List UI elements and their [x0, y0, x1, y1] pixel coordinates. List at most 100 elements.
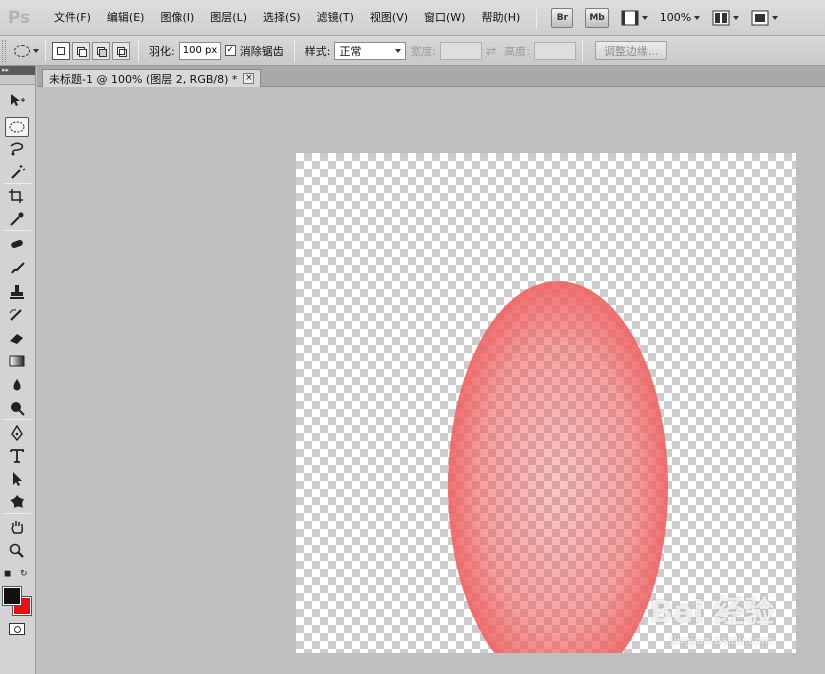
hand-icon — [11, 521, 24, 534]
bridge-button[interactable]: Br — [551, 7, 574, 28]
menu-filter[interactable]: 滤镜(T) — [309, 6, 362, 30]
close-icon[interactable]: × — [243, 73, 255, 84]
water-drop-icon — [13, 379, 21, 391]
options-divider — [45, 39, 46, 62]
foreground-color-swatch[interactable] — [2, 586, 22, 606]
tools-panel: ▸▸ ◼ ↻ — [0, 66, 36, 674]
chevron-down-icon — [641, 15, 648, 20]
add-to-selection-button[interactable] — [72, 41, 90, 60]
selection-mode-group — [52, 41, 132, 60]
chevron-down-icon — [694, 15, 701, 20]
tools-divider — [4, 419, 31, 420]
menu-window[interactable]: 窗口(W) — [416, 6, 473, 30]
default-colors-icon[interactable]: ◼ — [4, 569, 11, 579]
history-brush-icon — [9, 309, 22, 321]
hand-tool[interactable] — [5, 517, 29, 537]
eyedropper-tool[interactable] — [5, 209, 29, 229]
move-icon — [11, 94, 25, 106]
menu-select[interactable]: 选择(S) — [255, 6, 309, 30]
document-tab-title: 未标题-1 @ 100% (图层 2, RGB/8) * — [49, 72, 238, 86]
tools-panel-collapse[interactable]: ▸▸ — [0, 66, 35, 75]
chevron-down-icon — [33, 48, 39, 53]
stamp-icon — [10, 285, 24, 299]
type-tool[interactable] — [5, 446, 29, 466]
zoom-level: 100% — [659, 11, 692, 24]
magic-wand-tool[interactable] — [5, 162, 29, 182]
document-canvas[interactable]: Bai 经验 jingyan.baidu.com — [296, 153, 796, 653]
blur-tool[interactable] — [5, 375, 29, 395]
crop-tool[interactable] — [5, 186, 29, 206]
options-divider — [138, 39, 139, 62]
intersect-selection-button[interactable] — [112, 41, 130, 60]
menu-bar: Ps 文件(F) 编辑(E) 图像(I) 图层(L) 选择(S) 滤镜(T) 视… — [0, 0, 825, 36]
lasso-tool[interactable] — [5, 139, 29, 159]
screen-mode-dropdown[interactable] — [751, 10, 779, 26]
ellipse-marquee-icon — [9, 121, 25, 133]
antialias-checkbox[interactable]: ✓ — [224, 45, 236, 56]
brush-icon — [11, 262, 25, 274]
menu-view[interactable]: 视图(V) — [362, 6, 416, 30]
swap-colors-icon[interactable]: ↻ — [20, 569, 28, 579]
baidu-watermark: Bai 经验 — [650, 595, 774, 630]
gradient-tool[interactable] — [5, 351, 29, 371]
zoom-icon — [9, 543, 24, 558]
elliptical-marquee-tool[interactable] — [5, 117, 29, 137]
baidu-watermark-url: jingyan.baidu.com — [670, 634, 772, 647]
feather-input[interactable] — [178, 41, 221, 60]
options-bar: 羽化: ✓ 消除锯齿 样式: 正常 宽度: ⇄ 高度: 调整边缘... — [0, 36, 825, 66]
document-tab[interactable]: 未标题-1 @ 100% (图层 2, RGB/8) * × — [42, 69, 262, 87]
tools-divider — [4, 230, 31, 231]
mini-bridge-button[interactable]: Mb — [585, 7, 609, 28]
menu-image[interactable]: 图像(I) — [152, 6, 202, 30]
clone-stamp-tool[interactable] — [5, 282, 29, 302]
elliptical-marquee-icon — [14, 44, 30, 57]
arrow-icon — [13, 472, 22, 486]
dodge-tool[interactable] — [5, 398, 29, 418]
path-selection-tool[interactable] — [5, 469, 29, 489]
quick-mask-button[interactable] — [9, 623, 25, 635]
crop-icon — [9, 189, 23, 203]
move-tool[interactable] — [5, 90, 29, 110]
custom-shape-tool[interactable] — [5, 492, 29, 512]
antialias-label: 消除锯齿 — [239, 44, 284, 58]
zoom-level-dropdown[interactable]: 100% — [659, 11, 701, 24]
menu-file[interactable]: 文件(F) — [46, 6, 99, 30]
tools-panel-titlebar[interactable] — [0, 75, 35, 85]
bandage-icon — [11, 239, 23, 249]
eraser-icon — [10, 334, 23, 344]
arrange-documents-dropdown[interactable] — [712, 10, 740, 26]
document-tab-bar: 未标题-1 @ 100% (图层 2, RGB/8) * × — [37, 66, 825, 87]
tool-preset-picker[interactable] — [14, 44, 39, 57]
healing-brush-tool[interactable] — [5, 234, 29, 254]
film-strip-icon — [621, 10, 639, 25]
pen-tool[interactable] — [5, 423, 29, 443]
menu-edit[interactable]: 编辑(E) — [99, 6, 153, 30]
new-selection-button[interactable] — [52, 41, 70, 60]
view-extras-dropdown[interactable] — [621, 10, 648, 26]
feathered-ellipse — [448, 281, 668, 653]
chevron-down-icon — [395, 48, 402, 53]
height-label: 高度: — [504, 44, 530, 58]
refine-edge-button[interactable]: 调整边缘... — [594, 41, 668, 60]
options-bar-grip[interactable] — [2, 39, 6, 62]
gradient-icon — [9, 355, 25, 367]
pen-icon — [11, 425, 23, 441]
brush-tool[interactable] — [5, 258, 29, 278]
screen-mode-icon — [751, 10, 769, 25]
menu-layer[interactable]: 图层(L) — [202, 6, 255, 30]
document-workspace: Bai 经验 jingyan.baidu.com — [37, 87, 825, 674]
lasso-icon — [10, 142, 24, 156]
photoshop-logo: Ps — [7, 7, 31, 28]
main-menu: 文件(F) 编辑(E) 图像(I) 图层(L) 选择(S) 滤镜(T) 视图(V… — [46, 6, 528, 30]
height-input[interactable] — [533, 41, 576, 60]
swap-dimensions-icon[interactable]: ⇄ — [486, 44, 496, 58]
subtract-from-selection-button[interactable] — [92, 41, 110, 60]
menu-help[interactable]: 帮助(H) — [473, 6, 528, 30]
style-label: 样式: — [304, 44, 331, 58]
eraser-tool[interactable] — [5, 328, 29, 348]
chevron-down-icon — [772, 15, 779, 20]
history-brush-tool[interactable] — [5, 305, 29, 325]
style-select[interactable]: 正常 — [334, 41, 407, 60]
zoom-tool[interactable] — [5, 541, 29, 561]
width-input[interactable] — [440, 41, 483, 60]
